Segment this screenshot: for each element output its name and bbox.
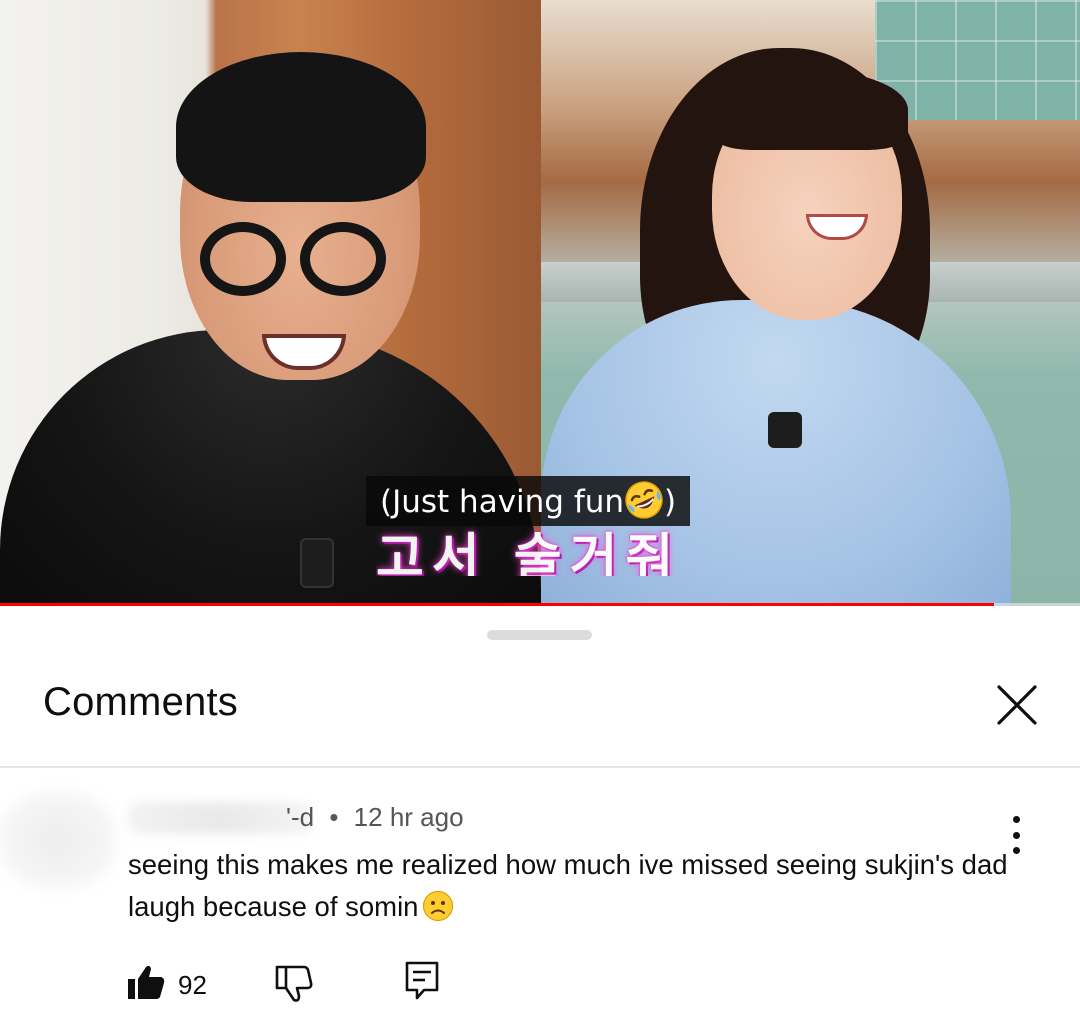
more-vertical-icon: [1012, 816, 1020, 823]
caption-text: (Just having fun: [380, 484, 625, 520]
close-icon: [997, 685, 1037, 725]
glasses: [200, 222, 390, 298]
reply-icon: [405, 961, 439, 1000]
right-person-bangs: [712, 70, 908, 150]
close-button[interactable]: [990, 678, 1044, 732]
lapel-mic: [768, 412, 802, 448]
drag-handle[interactable]: [487, 630, 592, 640]
sheet-title: Comments: [43, 680, 238, 724]
meta-separator: •: [329, 802, 339, 832]
like-button[interactable]: [126, 962, 170, 1004]
caption-text-close: ): [664, 484, 677, 520]
left-person-hair: [176, 52, 426, 202]
comments-sheet: Comments '-d • 12 hr ago seeing this mak…: [0, 606, 1080, 1032]
thumbs-down-icon: [275, 965, 313, 1002]
thumbs-up-icon: [128, 965, 165, 999]
video-player[interactable]: 고서 술거줘 (Just having fun ): [0, 0, 1080, 606]
comment-timestamp: 12 hr ago: [353, 802, 464, 832]
comment-body: seeing this makes me realized how much i…: [128, 844, 1008, 928]
reply-button[interactable]: [404, 960, 444, 1004]
closed-caption: (Just having fun ): [366, 476, 691, 526]
like-count: 92: [178, 970, 207, 1000]
comment-meta: '-d • 12 hr ago: [286, 802, 464, 833]
rolling-on-floor-laughing-emoji: [625, 481, 663, 519]
author-name-fragment: '-d: [286, 802, 315, 832]
dislike-button[interactable]: [274, 964, 318, 1006]
author-name-redacted[interactable]: [128, 802, 312, 834]
header-divider: [0, 766, 1080, 768]
sad-face-emoji: [423, 890, 454, 922]
avatar[interactable]: [0, 792, 116, 888]
lapel-mic: [300, 538, 334, 588]
comment-text: seeing this makes me realized how much i…: [128, 849, 1008, 922]
